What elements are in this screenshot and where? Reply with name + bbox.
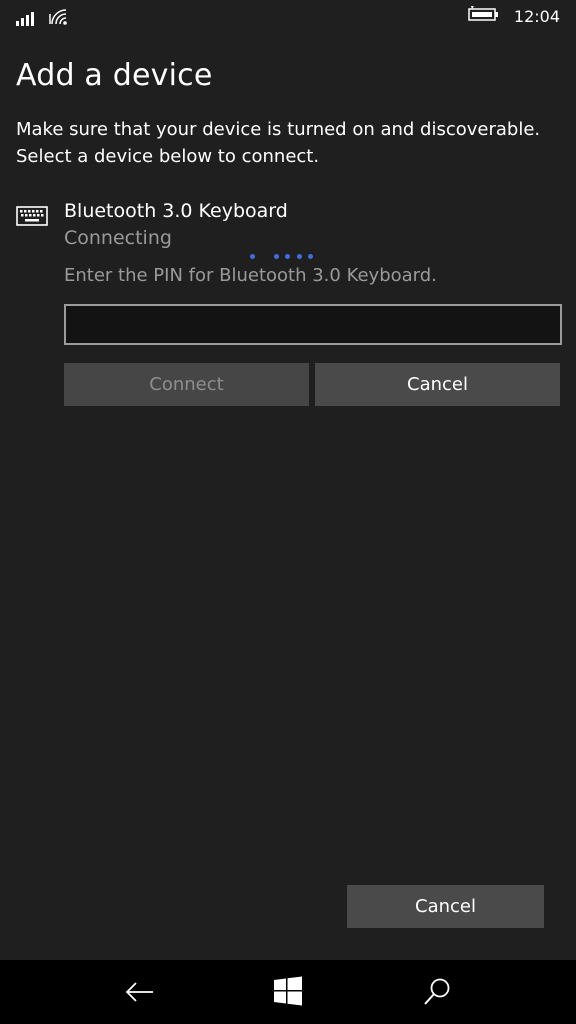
connect-button[interactable]: Connect [64,363,309,406]
device-entry: Bluetooth 3.0 Keyboard Connecting Enter … [0,196,576,416]
page-description: Make sure that your device is turned on … [16,116,556,170]
progress-dot [297,254,302,259]
navigation-bar [0,960,576,1024]
status-right: 12:04 [468,6,560,26]
cancel-pairing-button[interactable]: Cancel [315,363,560,406]
status-bar: 12:04 [0,0,576,34]
status-time: 12:04 [513,6,560,26]
progress-dot [250,254,255,259]
cancel-button[interactable]: Cancel [347,885,544,928]
search-icon[interactable] [421,976,453,1008]
progress-dot [274,254,279,259]
keyboard-icon [16,206,48,226]
add-device-screen: 12:04 Add a device Make sure that your d… [0,0,576,1024]
wifi-icon [48,6,70,30]
status-left [16,6,70,30]
description-line-1: Make sure that your device is turned on … [16,119,541,140]
back-arrow-icon[interactable] [123,976,155,1008]
progress-dot [285,254,290,259]
device-status: Connecting [64,227,172,249]
windows-start-icon[interactable] [273,976,305,1008]
page-title: Add a device [16,58,213,93]
pin-prompt: Enter the PIN for Bluetooth 3.0 Keyboard… [64,265,437,286]
battery-charging-icon [468,6,500,26]
description-line-2: Select a device below to connect. [16,146,320,167]
signal-icon [16,10,38,30]
device-name[interactable]: Bluetooth 3.0 Keyboard [64,200,288,222]
pin-input[interactable] [64,304,562,345]
progress-dot [308,254,313,259]
progress-indicator [0,254,576,260]
